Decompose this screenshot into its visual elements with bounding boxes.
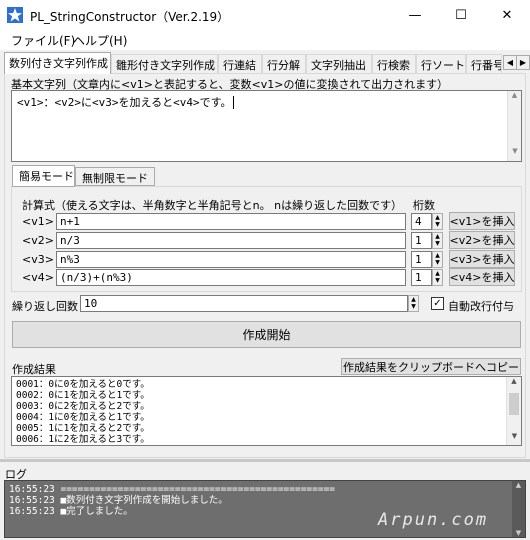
chevron-right-icon: ▶: [519, 58, 527, 67]
result-scrollbar[interactable]: ▲ ▼: [506, 377, 521, 445]
spin-down-icon[interactable]: ▼: [433, 241, 442, 249]
minimize-icon: —: [408, 7, 422, 23]
tab-line-split[interactable]: 行分解: [262, 54, 306, 73]
result-line: 0001：0に0を加えると0です。: [16, 379, 150, 390]
watermark: Arpun.com: [378, 510, 489, 530]
insert-v4-button[interactable]: <v4>を挿入: [449, 268, 515, 286]
menu-file[interactable]: ファイル(F): [11, 32, 75, 49]
log-line: 16:55:23 ===============================…: [9, 484, 336, 495]
insert-v1-button[interactable]: <v1>を挿入: [449, 212, 515, 230]
maximize-icon: ☐: [455, 7, 467, 23]
result-line: 0004：1に0を加えると1です。: [16, 412, 150, 423]
base-string-scrollbar[interactable]: ▲ ▼: [507, 91, 521, 161]
spin-down-icon[interactable]: ▼: [433, 278, 442, 286]
expr-input-v2[interactable]: n/3: [56, 232, 406, 249]
maximize-button[interactable]: ☐: [438, 0, 484, 30]
text-cursor: [232, 96, 234, 109]
tab-template-string[interactable]: 雛形付き文字列作成: [111, 54, 218, 73]
result-line: 0003：0に2を加えると2です。: [16, 401, 150, 412]
digits-input-v4[interactable]: 1: [411, 269, 432, 286]
result-line: 0002：0に1を加えると1です。: [16, 390, 150, 401]
result-output[interactable]: 0001：0に0を加えると0です。 0002：0に1を加えると1です。 0003…: [11, 376, 522, 446]
result-label: 作成結果: [12, 363, 56, 376]
tab-line-join[interactable]: 行連結: [218, 54, 262, 73]
result-line: 0006：1に2を加えると3です。: [16, 434, 150, 445]
close-button[interactable]: ✕: [484, 0, 530, 30]
result-line: 0005：1に1を加えると2です。: [16, 423, 150, 434]
digits-input-v3[interactable]: 1: [411, 251, 432, 268]
insert-v3-button[interactable]: <v3>を挿入: [449, 250, 515, 268]
tab-line-number[interactable]: 行番号: [466, 54, 502, 73]
digits-spinner-v1[interactable]: ▲ ▼: [432, 213, 443, 230]
splitter[interactable]: [0, 459, 530, 462]
tab-unlimited-mode[interactable]: 無制限モード: [75, 167, 155, 186]
auto-newline-checkbox[interactable]: ✓: [431, 297, 444, 310]
digits-spinner-v2[interactable]: ▲ ▼: [432, 232, 443, 249]
tab-simple-mode[interactable]: 簡易モード: [12, 165, 75, 187]
expr-input-v1[interactable]: n+1: [56, 213, 406, 230]
digits-spinner-v4[interactable]: ▲ ▼: [432, 269, 443, 286]
base-string-input[interactable]: <v1>：<v2>に<v3>を加えると<v4>です。: [11, 90, 522, 162]
tab-scroll-left-button[interactable]: ◀: [503, 55, 517, 70]
scroll-up-icon[interactable]: ▲: [507, 377, 521, 390]
spin-down-icon[interactable]: ▼: [433, 260, 442, 268]
expr-input-v3[interactable]: n%3: [56, 251, 406, 268]
tab-line-search[interactable]: 行検索: [372, 54, 416, 73]
spin-down-icon[interactable]: ▼: [433, 222, 442, 230]
expr-input-v4[interactable]: (n/3)+(n%3): [56, 269, 406, 286]
close-icon: ✕: [501, 7, 513, 23]
app-star-icon: [7, 7, 23, 23]
create-start-button[interactable]: 作成開始: [12, 321, 521, 348]
spin-down-icon[interactable]: ▼: [409, 304, 418, 312]
scroll-up-icon[interactable]: ▲: [508, 91, 521, 105]
base-string-text: <v1>：<v2>に<v3>を加えると<v4>です。: [17, 96, 232, 109]
scroll-down-icon[interactable]: ▼: [507, 432, 522, 445]
digits-input-v2[interactable]: 1: [411, 232, 432, 249]
repeat-count-label: 繰り返し回数: [12, 300, 78, 313]
log-line: 16:55:23 ■数列付き文字列作成を開始しました。: [9, 495, 228, 506]
repeat-count-spinner[interactable]: ▲ ▼: [408, 295, 419, 312]
scroll-up-icon[interactable]: ▲: [512, 481, 525, 489]
digits-spinner-v3[interactable]: ▲ ▼: [432, 251, 443, 268]
tab-sequence-string[interactable]: 数列付き文字列作成: [4, 52, 111, 74]
copy-to-clipboard-button[interactable]: 作成結果をクリップボードへコピー: [341, 358, 521, 375]
digits-header: 桁数: [413, 199, 435, 212]
auto-newline-label: 自動改行付与: [448, 300, 514, 313]
minimize-button[interactable]: —: [392, 0, 438, 30]
insert-v2-button[interactable]: <v2>を挿入: [449, 231, 515, 249]
scroll-thumb[interactable]: [509, 393, 519, 415]
tab-scroll-right-button[interactable]: ▶: [516, 55, 530, 70]
log-scrollbar[interactable]: ▲ ▼: [512, 481, 525, 537]
repeat-count-input[interactable]: 10: [80, 295, 408, 312]
scroll-down-icon[interactable]: ▼: [508, 147, 522, 161]
formula-header: 計算式（使える文字は、半角数字と半角記号とn。 nは繰り返した回数です）: [22, 199, 403, 212]
scroll-down-icon[interactable]: ▼: [512, 529, 525, 537]
digits-input-v1[interactable]: 4: [411, 213, 432, 230]
window-title: PL_StringConstructor（Ver.2.19）: [30, 10, 230, 24]
tab-line-sort[interactable]: 行ソート: [416, 54, 466, 73]
menu-help[interactable]: ヘルプ(H): [73, 32, 127, 49]
chevron-left-icon: ◀: [506, 58, 514, 67]
tab-string-extract[interactable]: 文字列抽出: [306, 54, 372, 73]
checkmark-icon: ✓: [433, 298, 442, 309]
